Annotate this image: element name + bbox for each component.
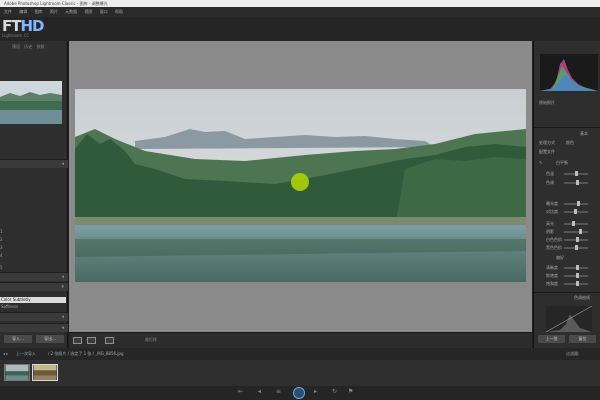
filmstrip-thumbnail-2-selected[interactable] (32, 364, 58, 381)
tint-slider[interactable] (564, 180, 588, 185)
temp-slider[interactable] (564, 171, 588, 176)
slider-label-whites: 白色色阶 (546, 237, 562, 242)
rewind-icon[interactable]: ⇤ (238, 388, 243, 395)
window-title: Adobe Photoshop Lightroom Classic - 图库 -… (4, 1, 108, 6)
histogram (540, 54, 598, 91)
preset-mark-3: 3 (0, 245, 3, 250)
flag-icon[interactable]: ⚑ (348, 388, 353, 395)
before-after-icon[interactable] (105, 337, 114, 344)
slider-label-temp: 色温 (546, 171, 554, 176)
slider-label-clarity: 清晰度 (546, 265, 558, 270)
menu-bar: 文件 编辑 图库 照片 元数据 视图 窗口 帮助 (0, 7, 600, 17)
section-toggle-icon[interactable]: ◂ (61, 314, 64, 320)
section-toggle-icon[interactable]: ◂ (61, 161, 64, 167)
bottom-bar: ⇤ ◂ ≡ ▸ ↻ ⚑ (0, 386, 600, 400)
treatment-color-option[interactable]: 颜色 (566, 140, 574, 146)
menu-item-edit[interactable]: 编辑 (19, 9, 27, 14)
previous-button[interactable]: 上一张 (538, 335, 565, 343)
play-button-icon[interactable] (293, 387, 305, 399)
slider-label-contrast: 对比度 (546, 209, 558, 214)
slider-label-shadows: 阴影 (546, 229, 554, 234)
preset-mark-4: 4 (0, 253, 3, 258)
section-toggle-icon[interactable]: ◂ (61, 274, 64, 280)
section-toggle-icon[interactable]: ◂ (61, 325, 64, 331)
menu-item-metadata[interactable]: 元数据 (65, 9, 77, 14)
import-button[interactable]: 导入... (4, 335, 32, 343)
nav-arrows-icon[interactable]: ◂ ▸ (3, 348, 8, 360)
presence-label: 偏好 (556, 255, 564, 260)
menu-icon[interactable]: ≡ (276, 388, 281, 395)
clarity-slider[interactable] (564, 265, 588, 270)
left-panel-tabs: 预设 历史 快照 (12, 44, 48, 50)
next-icon[interactable]: ▸ (314, 388, 317, 395)
preset-item[interactable]: Softness (0, 304, 66, 310)
original-photo-label: 原始照片 (539, 100, 555, 105)
blacks-slider[interactable] (564, 245, 588, 250)
white-balance-label: 白平衡 (556, 160, 568, 165)
vibrance-slider[interactable] (564, 273, 588, 278)
whites-slider[interactable] (564, 237, 588, 242)
product-name: Lightroom CC (2, 33, 30, 38)
slider-label-exposure: 曝光度 (546, 201, 558, 206)
view-toolbar: 软打样 (69, 332, 532, 348)
right-panel: 原始照片 基本 处理方式 颜色 配置文件 ✎ 白平衡 色温 色调 曝光度 对比度… (533, 41, 600, 348)
preset-mark-5: 5 (0, 265, 3, 270)
highlights-slider[interactable] (564, 221, 588, 226)
main-image-view[interactable] (69, 41, 532, 332)
saturation-slider[interactable] (564, 281, 588, 286)
menu-item-window[interactable]: 窗口 (100, 9, 108, 14)
treatment-label: 处理方式 (539, 140, 555, 145)
landscape-photo[interactable] (75, 89, 526, 282)
menu-item-file[interactable]: 文件 (4, 9, 12, 14)
slider-label-vibrance: 鲜艳度 (546, 273, 558, 278)
previous-icon[interactable]: ◂ (258, 388, 261, 395)
filmstrip-path: / 2 张照片 / 选定了 1 张 / _MG_8856.jpg (48, 351, 124, 356)
window-title-bar: Adobe Photoshop Lightroom Classic - 图库 -… (0, 0, 600, 7)
preset-mark-2: 2 (0, 237, 3, 242)
menu-item-photo[interactable]: 照片 (50, 9, 58, 14)
grid-view-icon[interactable] (73, 337, 82, 344)
left-panel-section-header[interactable]: ◂ (0, 159, 68, 168)
navigator-preview[interactable] (0, 81, 62, 124)
left-panel-section-header-3[interactable]: ▾ (0, 282, 68, 291)
slider-label-blacks: 黑色色阶 (546, 245, 562, 250)
soft-proof-toggle[interactable]: 软打样 (145, 337, 157, 343)
menu-item-help[interactable]: 帮助 (115, 9, 123, 14)
filmstrip-thumbnail-1[interactable] (4, 364, 30, 381)
tab-snapshots[interactable]: 快照 (37, 44, 45, 49)
filmstrip (0, 360, 600, 386)
exposure-slider[interactable] (564, 201, 588, 206)
contrast-slider[interactable] (564, 209, 588, 214)
loupe-view-icon[interactable] (87, 337, 96, 344)
tab-presets[interactable]: 预设 (12, 44, 20, 49)
menu-item-library[interactable]: 图库 (35, 9, 43, 14)
basic-section-header[interactable]: 基本 (580, 131, 588, 137)
menu-item-view[interactable]: 视图 (84, 9, 92, 14)
reset-button[interactable]: 复位 (569, 335, 596, 343)
left-panel-section-header-4[interactable]: ◂ (0, 312, 68, 321)
left-panel-section-header-5[interactable]: ◂ (0, 323, 68, 332)
tab-history[interactable]: 历史 (24, 44, 32, 49)
profile-label: 配置文件 (539, 149, 555, 154)
shadows-slider[interactable] (564, 229, 588, 234)
cursor-highlight (291, 173, 309, 191)
filmstrip-path-bar: ◂ ▸ 上一次导入 / 2 张照片 / 选定了 1 张 / _MG_8856.j… (0, 348, 600, 360)
source-label[interactable]: 上一次导入 (16, 348, 36, 360)
section-toggle-icon[interactable]: ▾ (61, 284, 64, 290)
tone-curve-graph[interactable] (546, 306, 592, 332)
preset-mark-1: 1 (0, 229, 3, 234)
left-panel: 预设 历史 快照 ◂ 1 2 3 4 5 ◂ ▾ Color Subtletly… (0, 41, 68, 348)
slider-label-saturation: 饱和度 (546, 281, 558, 286)
eyedropper-icon[interactable]: ✎ (539, 160, 542, 165)
preset-item-selected[interactable]: Color Subtletly (0, 297, 66, 303)
export-button[interactable]: 导出... (36, 335, 64, 343)
left-panel-section-header-2[interactable]: ◂ (0, 272, 68, 281)
rotate-icon[interactable]: ↻ (332, 388, 337, 395)
slider-label-tint: 色调 (546, 180, 554, 185)
identity-plate: FTHD Lightroom CC (0, 17, 600, 41)
tone-curve-header[interactable]: 色调曲线 (574, 295, 590, 301)
slider-label-highlights: 高光 (546, 221, 554, 226)
filter-label[interactable]: 过滤器: (566, 348, 579, 360)
